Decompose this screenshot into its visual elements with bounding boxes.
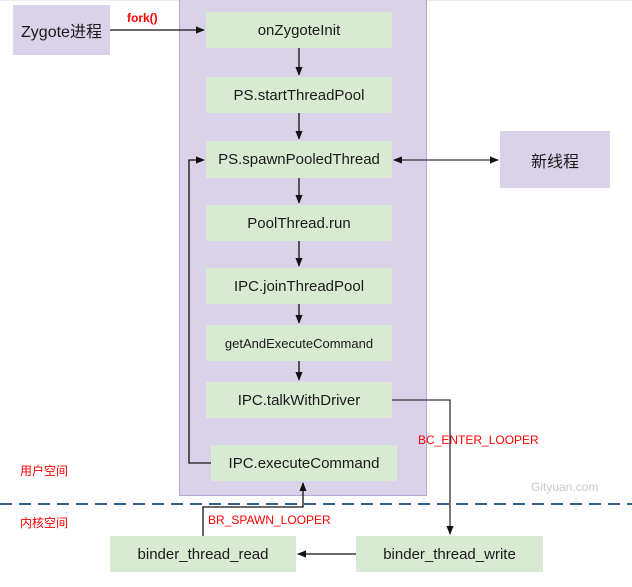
arrow-talk-to-write [392,399,454,535]
arrow-execute-to-spawn [188,156,211,464]
arrow-read-to-execute [202,482,307,536]
connectors [0,26,632,558]
